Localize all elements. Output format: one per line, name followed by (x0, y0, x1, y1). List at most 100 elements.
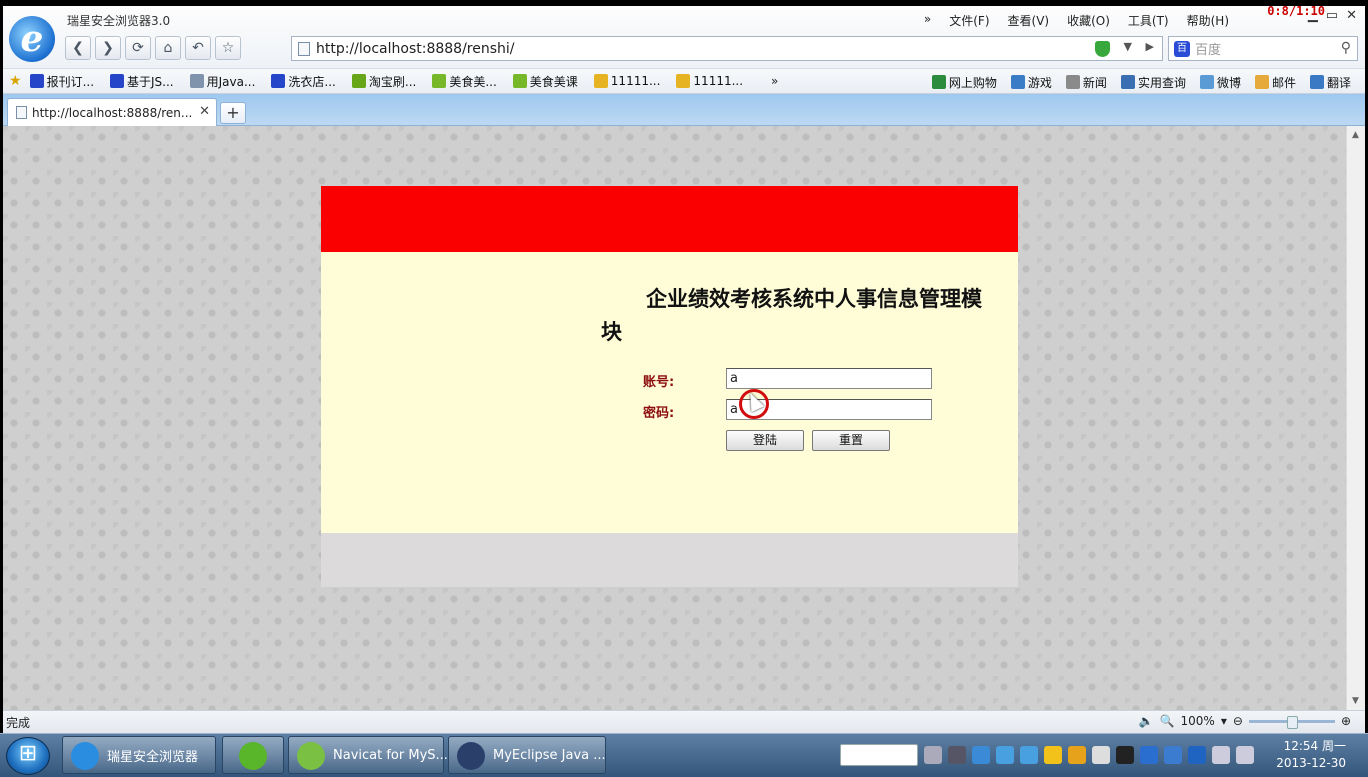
quick-link-item[interactable]: 实用查询 (1120, 74, 1186, 91)
favorites-bar: ★ 报刊订... 基于JS... 用Java... 洗衣店... 淘宝刷... 美食美..… (3, 68, 1365, 94)
quick-link-item[interactable]: 邮件 (1254, 74, 1296, 91)
back-icon[interactable]: ❮ (65, 36, 91, 60)
taskbar-clock[interactable]: 12:54 周一 2013-12-30 (1276, 738, 1346, 772)
favorite-icon (351, 74, 366, 88)
search-icon[interactable]: ⚲ (1341, 40, 1351, 56)
favorite-item[interactable]: 淘宝刷... (351, 73, 416, 90)
favorite-item[interactable]: 美食美... (432, 73, 497, 90)
search-box[interactable]: 百 百度 ⚲ (1168, 36, 1358, 61)
favorite-icon (432, 74, 447, 88)
search-tray-icon[interactable] (972, 746, 990, 764)
favorite-label: 美食美课 (529, 74, 578, 89)
favorite-item[interactable]: 美食美课 (512, 73, 578, 90)
chevron-down-icon[interactable]: ▼ (1124, 40, 1132, 53)
taskbar-button[interactable]: Navicat for MyS... (288, 736, 448, 774)
zoom-in-icon[interactable]: ⊕ (1341, 714, 1351, 728)
taskbar-button[interactable]: MyEclipse Java ... (448, 736, 606, 774)
favorite-item[interactable]: 报刊订... (29, 73, 94, 90)
taskbar-label: MyEclipse Java ... (493, 747, 606, 763)
quick-link-label: 实用查询 (1137, 75, 1186, 90)
refresh-icon[interactable]: ⟳ (125, 36, 151, 60)
qq-icon[interactable] (1044, 746, 1062, 764)
favorite-item[interactable]: 基于JS... (110, 73, 174, 90)
favorite-item[interactable]: 11111... (676, 73, 743, 90)
network-icon[interactable] (1212, 746, 1230, 764)
speaker-icon[interactable]: 🔈 (1139, 714, 1154, 728)
tray-security-icon[interactable] (1164, 746, 1182, 764)
taskbar: 瑞星安全浏览器 Navicat for MyS... MyEclipse Java … (0, 733, 1368, 777)
app-title: 瑞星安全浏览器3.0 (67, 14, 171, 28)
zoom-out-icon[interactable]: ⊖ (1233, 714, 1243, 728)
menu-more[interactable]: » (918, 12, 937, 29)
quick-link-item[interactable]: 新闻 (1065, 74, 1107, 91)
quick-link-icon (1309, 75, 1324, 89)
status-text: 完成 (6, 715, 31, 730)
taskbar-button[interactable] (222, 736, 284, 774)
star-icon[interactable]: ☆ (215, 36, 241, 60)
favorite-item[interactable]: 洗衣店... (271, 73, 336, 90)
forward-icon[interactable]: ❯ (95, 36, 121, 60)
account-input[interactable]: a (726, 368, 932, 389)
tray-defender-icon[interactable] (1188, 746, 1206, 764)
favorite-item[interactable]: 用Java... (189, 73, 255, 90)
zoom-dropdown-icon[interactable]: ▾ (1221, 714, 1227, 728)
favorite-item[interactable]: 11111... (593, 73, 660, 90)
address-text: http://localhost:8888/renshi/ (316, 40, 515, 57)
zoom-slider[interactable] (1248, 715, 1335, 729)
home-icon[interactable]: ⌂ (155, 36, 181, 60)
reset-button[interactable]: 重置 (812, 430, 890, 451)
menu-file[interactable]: 文件(F) (943, 12, 995, 29)
tab-active[interactable]: http://localhost:8888/ren... ✕ (7, 98, 217, 126)
menu-help[interactable]: 帮助(H) (1181, 12, 1235, 29)
qq-icon-2[interactable] (1068, 746, 1086, 764)
title-bar: e 瑞星安全浏览器3.0 » 文件(F) 查看(V) 收藏(O) 工具(T) 帮… (3, 6, 1365, 68)
quick-link-label: 网上购物 (948, 75, 997, 90)
quick-link-item[interactable]: 微博 (1199, 74, 1241, 91)
zoom-level[interactable]: 100% (1181, 714, 1215, 728)
login-button[interactable]: 登陆 (726, 430, 804, 451)
keyboard-icon[interactable] (924, 746, 942, 764)
quick-link-item[interactable]: 网上购物 (931, 74, 997, 91)
taskbar-button[interactable]: 瑞星安全浏览器 (62, 736, 216, 774)
tray-input-box[interactable] (840, 744, 918, 766)
scroll-down-icon[interactable]: ▼ (1352, 696, 1359, 706)
menu-tools[interactable]: 工具(T) (1122, 12, 1175, 29)
tray-shield-icon[interactable] (1140, 746, 1158, 764)
maximize-icon[interactable]: ▭ (1326, 8, 1338, 23)
favorites-star-icon[interactable]: ★ (9, 73, 22, 89)
browser-tray-icon[interactable] (996, 746, 1014, 764)
window-controls: ▁ ▭ ✕ (1308, 8, 1357, 23)
tray-tool-icon-2[interactable] (1116, 746, 1134, 764)
new-tab-button[interactable]: + (220, 102, 246, 124)
favorite-label: 美食美... (449, 74, 497, 89)
page-viewport: 企业绩效考核系统中人事信息管理模块 账号: a 密码: a 登陆 重置 (3, 126, 1346, 710)
baidu-icon[interactable]: 百 (1174, 41, 1190, 57)
start-button[interactable] (6, 737, 50, 775)
minimize-icon[interactable]: ▁ (1308, 8, 1318, 23)
browser-tray-icon-2[interactable] (1020, 746, 1038, 764)
tray-app-icon[interactable] (948, 746, 966, 764)
volume-icon[interactable] (1236, 746, 1254, 764)
page-icon (16, 106, 27, 119)
close-icon[interactable]: ✕ (1346, 8, 1357, 23)
quick-link-icon (1199, 75, 1214, 89)
go-icon[interactable]: ▶ (1146, 40, 1154, 53)
quick-link-item[interactable]: 翻译 (1309, 74, 1351, 91)
zoom-icon[interactable]: 🔍 (1160, 714, 1175, 728)
quick-link-icon (1065, 75, 1080, 89)
menu-view[interactable]: 查看(V) (1002, 12, 1056, 29)
favorites-more[interactable]: » (771, 74, 778, 88)
menu-favorites[interactable]: 收藏(O) (1061, 12, 1116, 29)
tab-close-icon[interactable]: ✕ (199, 104, 210, 119)
page-icon (298, 42, 310, 56)
favorite-icon (676, 74, 691, 88)
security-shield-icon[interactable] (1095, 41, 1110, 57)
scroll-up-icon[interactable]: ▲ (1352, 130, 1359, 140)
tray-tool-icon[interactable] (1092, 746, 1110, 764)
quick-link-item[interactable]: 游戏 (1010, 74, 1052, 91)
address-bar[interactable]: http://localhost:8888/renshi/ ▼ ▶ (291, 36, 1163, 61)
vertical-scrollbar[interactable]: ▲ ▼ (1346, 126, 1365, 710)
nav-buttons: ❮ ❯ ⟳ ⌂ ↶ ☆ (65, 36, 241, 60)
undo-icon[interactable]: ↶ (185, 36, 211, 60)
favorites-right-list: 网上购物 游戏 新闻 实用查询 微博 邮件 翻译 (931, 69, 1365, 95)
